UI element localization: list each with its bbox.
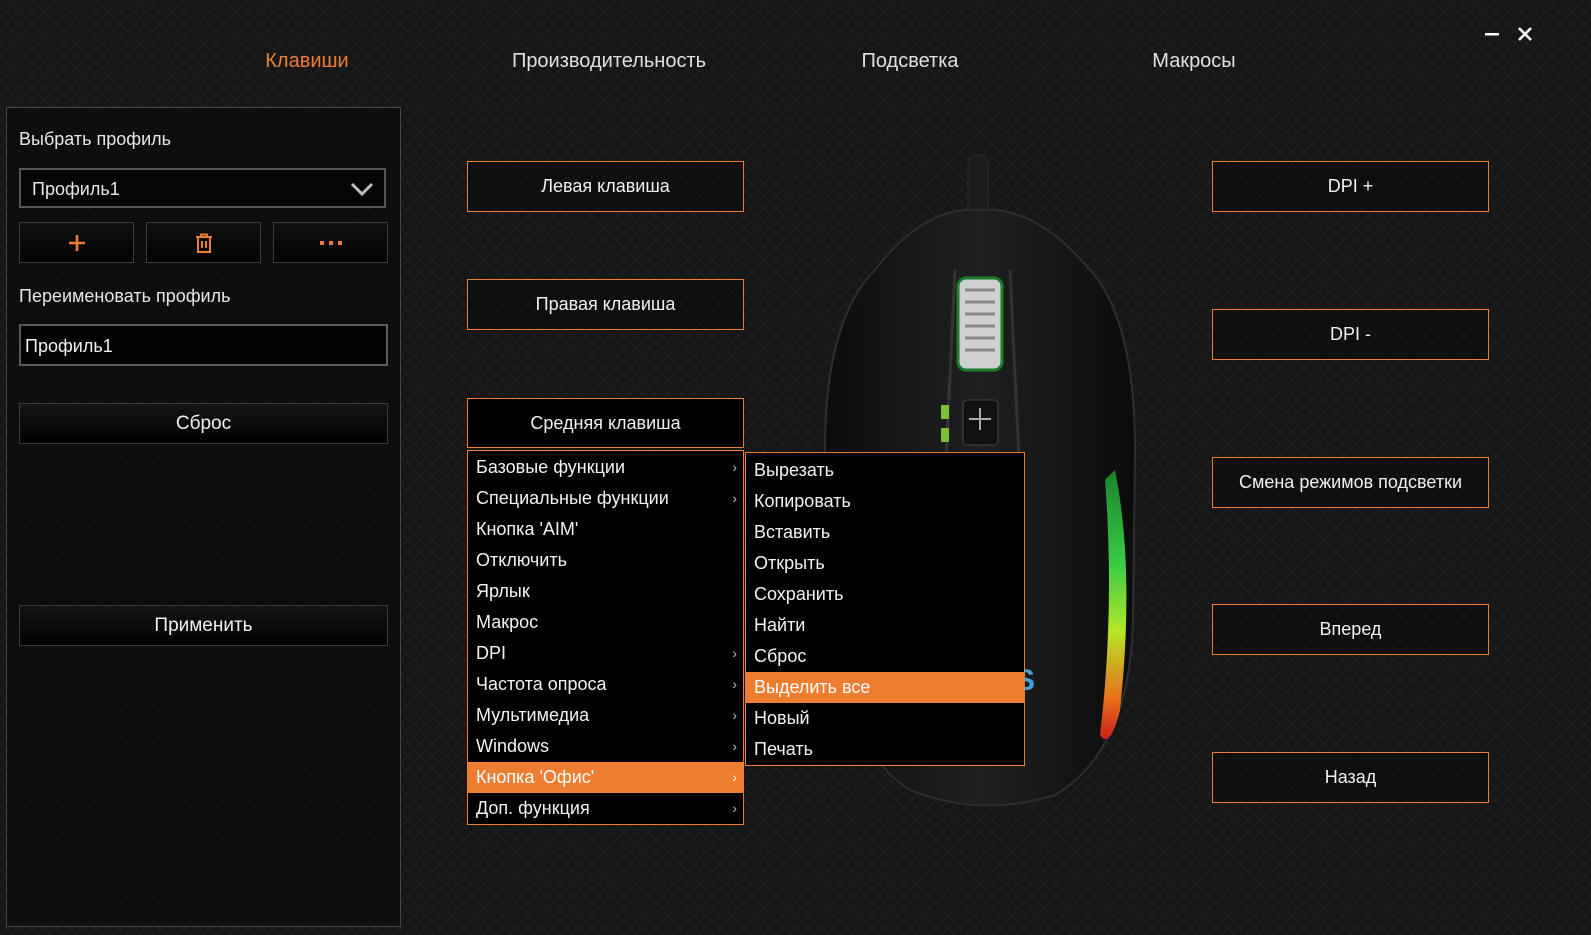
more-icon	[319, 240, 342, 245]
chevron-right-icon: ›	[732, 800, 737, 816]
submenu-item-copy[interactable]: Копировать	[746, 486, 1024, 517]
more-options-button[interactable]	[273, 222, 388, 263]
menu-item-label: Базовые функции	[476, 457, 626, 477]
close-icon[interactable]	[1513, 22, 1537, 46]
menu-item-label: Доп. функция	[476, 798, 590, 818]
rename-profile-input[interactable]: Профиль1	[19, 324, 388, 366]
submenu-item-print[interactable]: Печать	[746, 734, 1024, 765]
submenu-item-save[interactable]: Сохранить	[746, 579, 1024, 610]
menu-item-special-functions[interactable]: Специальные функции ›	[468, 483, 743, 514]
menu-item-label: Мультимедиа	[476, 705, 590, 725]
submenu-item-find[interactable]: Найти	[746, 610, 1024, 641]
menu-item-dpi[interactable]: DPI ›	[468, 638, 743, 669]
delete-profile-button[interactable]	[146, 222, 261, 263]
minimize-icon[interactable]	[1480, 22, 1504, 46]
profile-select-value: Профиль1	[32, 179, 120, 199]
menu-item-label: Отключить	[476, 550, 567, 570]
chevron-down-icon	[350, 182, 374, 197]
menu-item-label: Кнопка 'AIM'	[476, 519, 579, 539]
chevron-right-icon: ›	[732, 769, 737, 785]
rename-profile-label: Переименовать профиль	[19, 286, 231, 306]
submenu-item-open[interactable]: Открыть	[746, 548, 1024, 579]
profile-select[interactable]: Профиль1	[19, 168, 386, 208]
submenu-item-paste[interactable]: Вставить	[746, 517, 1024, 548]
right-key-button[interactable]: Правая клавиша	[467, 279, 744, 330]
menu-item-disable[interactable]: Отключить	[468, 545, 743, 576]
tab-keys[interactable]: Клавиши	[265, 50, 348, 73]
menu-item-multimedia[interactable]: Мультимедиа ›	[468, 700, 743, 731]
chevron-right-icon: ›	[732, 490, 737, 506]
plus-icon	[68, 234, 85, 251]
menu-item-label: Специальные функции	[476, 488, 669, 508]
back-button[interactable]: Назад	[1212, 752, 1489, 803]
chevron-right-icon: ›	[732, 738, 737, 754]
chevron-right-icon: ›	[732, 676, 737, 692]
menu-item-aim-button[interactable]: Кнопка 'AIM'	[468, 514, 743, 545]
menu-item-basic-functions[interactable]: Базовые функции ›	[468, 452, 743, 483]
submenu-item-cut[interactable]: Вырезать	[746, 455, 1024, 486]
submenu-item-select-all[interactable]: Выделить все	[746, 672, 1024, 703]
middle-key-button[interactable]: Средняя клавиша	[467, 398, 744, 448]
chevron-right-icon: ›	[732, 459, 737, 475]
menu-item-windows[interactable]: Windows ›	[468, 731, 743, 762]
dpi-plus-button[interactable]: DPI +	[1212, 161, 1489, 212]
menu-item-label: Макрос	[476, 612, 539, 632]
tab-macros[interactable]: Макросы	[1152, 50, 1235, 73]
add-profile-button[interactable]	[19, 222, 134, 263]
dpi-minus-button[interactable]: DPI -	[1212, 309, 1489, 360]
chevron-right-icon: ›	[732, 645, 737, 661]
chevron-right-icon: ›	[732, 707, 737, 723]
menu-item-label: Кнопка 'Офис'	[476, 767, 595, 787]
select-profile-label: Выбрать профиль	[19, 129, 172, 149]
tab-performance[interactable]: Производительность	[512, 50, 706, 73]
left-key-button[interactable]: Левая клавиша	[467, 161, 744, 212]
rename-profile-value: Профиль1	[25, 336, 113, 356]
apply-button[interactable]: Применить	[19, 605, 388, 646]
trash-icon	[195, 233, 212, 253]
submenu-item-reset[interactable]: Сброс	[746, 641, 1024, 672]
forward-button[interactable]: Вперед	[1212, 604, 1489, 655]
menu-item-label: Ярлык	[476, 581, 530, 601]
submenu-item-new[interactable]: Новый	[746, 703, 1024, 734]
profile-panel: Выбрать профиль Профиль1 Переименовать п…	[6, 107, 401, 927]
light-mode-button[interactable]: Смена режимов подсветки	[1212, 457, 1489, 508]
menu-item-polling-rate[interactable]: Частота опроса ›	[468, 669, 743, 700]
function-menu: Базовые функции › Специальные функции › Кн…	[467, 450, 744, 825]
office-submenu: Вырезать Копировать Вставить Открыть Сох…	[745, 452, 1025, 766]
menu-item-extra-function[interactable]: Доп. функция ›	[468, 793, 743, 824]
menu-item-office-button[interactable]: Кнопка 'Офис' ›	[468, 762, 743, 793]
menu-item-macro[interactable]: Макрос	[468, 607, 743, 638]
reset-button[interactable]: Сброс	[19, 403, 388, 444]
tab-lighting[interactable]: Подсветка	[861, 50, 958, 73]
menu-item-label: Частота опроса	[476, 674, 607, 694]
menu-item-label: DPI	[476, 643, 507, 663]
menu-item-shortcut[interactable]: Ярлык	[468, 576, 743, 607]
menu-item-label: Windows	[476, 736, 550, 756]
